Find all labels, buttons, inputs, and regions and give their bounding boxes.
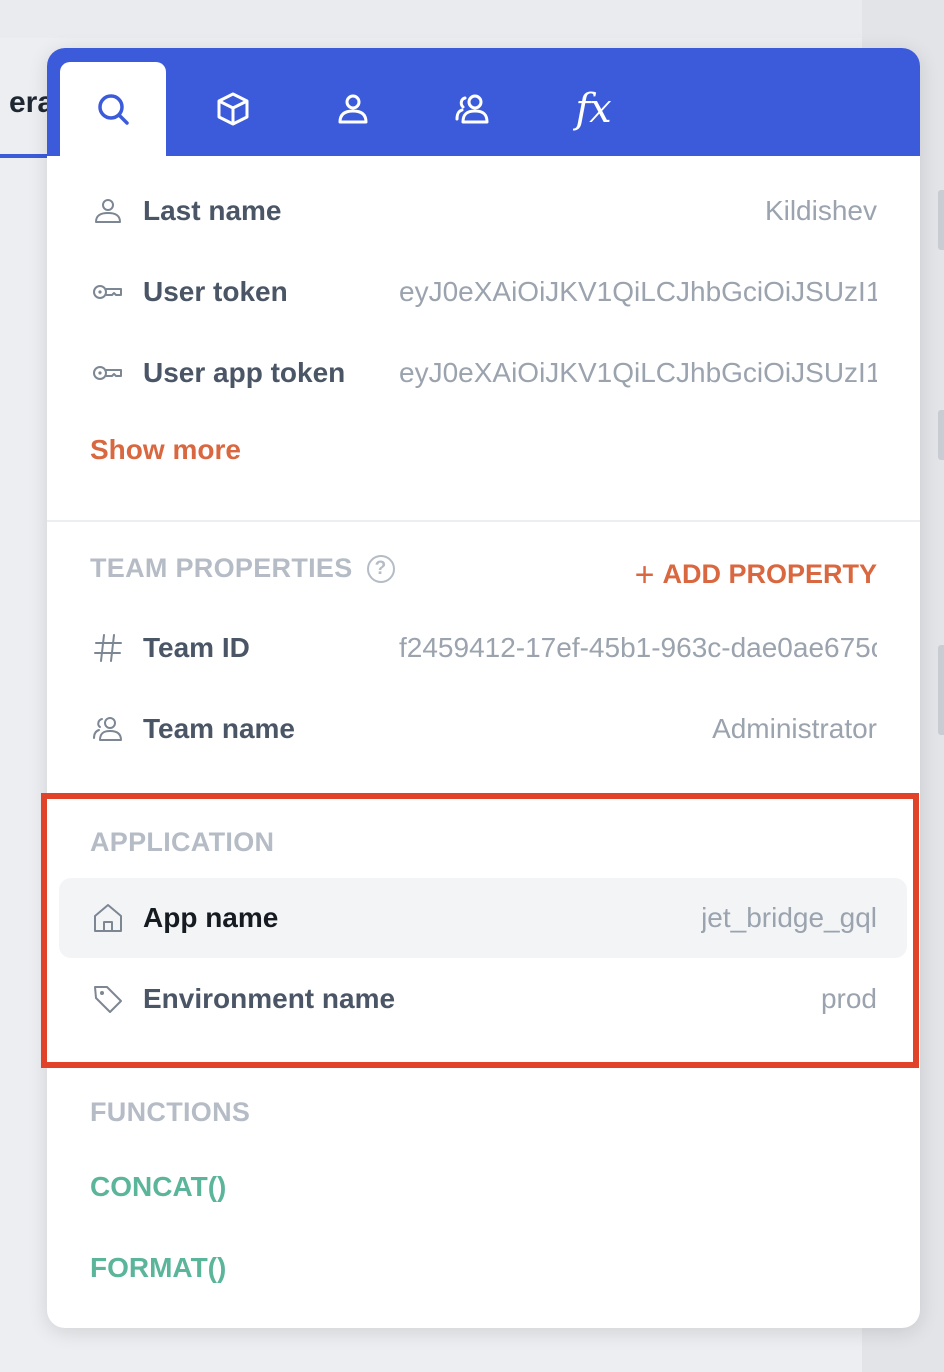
background-stub <box>938 190 944 250</box>
add-property-button[interactable]: + ADD PROPERTY <box>634 553 877 594</box>
background-stub <box>938 410 944 460</box>
property-row-last-name[interactable]: Last name Kildishev <box>77 181 877 241</box>
tab-functions[interactable]: fx <box>540 62 646 156</box>
property-label: User token <box>143 276 288 307</box>
add-property-label: ADD PROPERTY <box>662 559 877 589</box>
property-value: Administrator <box>712 713 877 744</box>
section-divider <box>47 520 920 522</box>
user-icon <box>338 94 368 124</box>
functions-heading: FUNCTIONS <box>90 1097 251 1127</box>
function-item[interactable]: CONCAT() <box>90 1171 226 1203</box>
key-icon <box>89 273 127 311</box>
function-item[interactable]: FORMAT() <box>90 1252 226 1284</box>
key-icon <box>89 354 127 392</box>
tab-user[interactable] <box>300 62 406 156</box>
users-icon <box>455 94 489 124</box>
tab-team[interactable] <box>420 62 526 156</box>
tab-search[interactable] <box>60 62 166 156</box>
help-icon[interactable]: ? <box>366 554 395 583</box>
tab-model[interactable] <box>180 62 286 156</box>
show-more-link[interactable]: Show more <box>90 434 241 466</box>
property-label: User app token <box>143 357 346 388</box>
plus-icon: + <box>634 556 655 594</box>
property-row-user-app-token[interactable]: User app token eyJ0eXAiOiJKV1QiLCJhbGciO… <box>77 343 877 403</box>
user-icon <box>89 192 127 230</box>
background-top-strip <box>0 0 944 38</box>
users-icon <box>89 710 127 748</box>
search-icon <box>98 94 129 125</box>
insert-variable-popover: fx Last name Kildishev User token eyJ0eX… <box>47 48 920 1328</box>
property-value: eyJ0eXAiOiJKV1QiLCJhbGciOiJSUzI1NiJ9 <box>399 276 877 307</box>
hash-icon <box>89 629 127 667</box>
property-row-team-id[interactable]: Team ID f2459412-17ef-45b1-963c-dae0ae67… <box>77 618 877 678</box>
highlight-annotation-box <box>41 793 919 1068</box>
property-value: f2459412-17ef-45b1-963c-dae0ae675c <box>399 632 877 663</box>
property-row-user-token[interactable]: User token eyJ0eXAiOiJKV1QiLCJhbGciOiJSU… <box>77 262 877 322</box>
fx-icon: fx <box>575 86 611 132</box>
background-stub <box>938 645 944 735</box>
team-properties-heading: TEAM PROPERTIES ? <box>90 553 395 584</box>
team-properties-title: TEAM PROPERTIES <box>90 553 353 583</box>
cube-icon <box>217 92 249 126</box>
property-label: Team name <box>143 713 295 744</box>
property-value: Kildishev <box>764 195 877 226</box>
property-label: Last name <box>143 195 282 226</box>
tab-bar: fx <box>47 48 920 156</box>
property-label: Team ID <box>143 632 250 663</box>
property-value: eyJ0eXAiOiJKV1QiLCJhbGciOiJSUzI1NiJ9 <box>399 357 877 388</box>
property-row-team-name[interactable]: Team name Administrator <box>77 699 877 759</box>
